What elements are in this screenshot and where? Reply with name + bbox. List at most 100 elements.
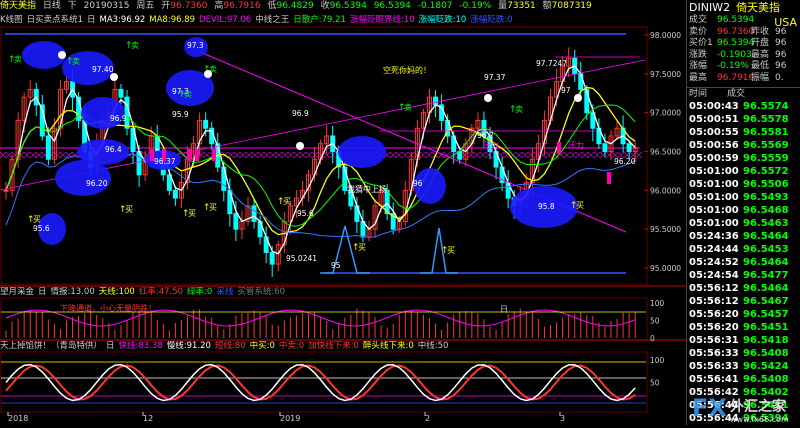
period-label[interactable]: 日线 (43, 1, 61, 11)
trade-row[interactable]: 05:24:36 96.5464 (687, 230, 800, 243)
ind2-legend-item: 天上掉馅饼！（青岛特供） (0, 341, 103, 351)
trade-row[interactable]: 05:24:52 96.5464 (687, 256, 800, 269)
ind1-legend-item: 日 (38, 287, 47, 297)
y-axis-label: 96.5000 (650, 148, 681, 157)
pattern-mark (263, 151, 271, 159)
trade-row[interactable]: 05:56:20 96.5451 (687, 321, 800, 334)
chart-canvas[interactable]: 98.0000 97.5000 97.0000 96.5000 96.0000 95.50… (0, 0, 686, 425)
ma-legend-item: 日散户:79.21 (293, 15, 346, 25)
chart-text-annotation: 空死你妈的！ (383, 65, 431, 75)
trade-row[interactable]: 05:00:55 96.5581 (687, 126, 800, 139)
pattern-mark (29, 151, 37, 159)
high-value: 96.7916 (223, 1, 261, 11)
trade-row[interactable]: 05:01:00 96.5572 (687, 165, 800, 178)
trade-row[interactable]: 05:00:56 96.5569 (687, 139, 800, 152)
trade-price: 96.5408 (743, 348, 789, 359)
trade-time: 05:24:44 (689, 244, 739, 255)
symbol-name: 倚天美指 (0, 1, 37, 11)
price-annotation: 96.9 (292, 109, 309, 118)
price-annotation: 96.9 (110, 114, 127, 123)
smiley-marker (110, 73, 118, 81)
quote-value: 96.5394 (717, 38, 755, 48)
candle-body (433, 96, 439, 106)
price-annotation: 95.0241 (286, 254, 317, 263)
trade-time: 05:00:43 (689, 101, 739, 112)
main-chart-area[interactable]: 98.0000 97.5000 97.0000 96.5000 96.0000 95.50… (0, 0, 686, 425)
ind2-legend-item: 中线:50 (417, 341, 449, 351)
trade-row[interactable]: 05:00:59 96.5559 (687, 152, 800, 165)
candle-body (626, 143, 632, 153)
chart-text-annotation: 压力 (483, 140, 499, 150)
chart-text-annotation: 压力 (568, 140, 584, 150)
trade-row[interactable]: 05:24:54 96.5477 (687, 269, 800, 282)
trade-row[interactable]: 05:56:33 96.5424 (687, 360, 800, 373)
trade-price: 96.5569 (743, 140, 789, 151)
trade-time: 05:56:12 (689, 296, 739, 307)
trade-time: 05:56:20 (689, 309, 739, 320)
y-axis-label: 97.5000 (650, 70, 681, 79)
y-axis-label: 100 (650, 356, 665, 365)
pattern-mark (305, 151, 313, 159)
pattern-mark (575, 151, 583, 159)
signal-label: 买 (125, 205, 133, 214)
signal-label: 买 (33, 215, 41, 224)
trade-row[interactable]: 05:56:31 96.5418 (687, 334, 800, 347)
pattern-mark (527, 151, 535, 159)
watermark-cn: 外汇之家 (730, 398, 787, 415)
pattern-mark (473, 151, 481, 159)
trade-row[interactable]: 05:01:00 96.5506 (687, 178, 800, 191)
pattern-mark (467, 151, 475, 159)
trade-row[interactable]: 05:01:00 96.5463 (687, 217, 800, 230)
ind1-legend-item: 天线:100 (98, 287, 135, 297)
trade-row[interactable]: 05:01:00 96.5468 (687, 204, 800, 217)
pattern-mark (395, 151, 403, 159)
trade-time: 05:56:12 (689, 283, 739, 294)
quote-value2: 0. (775, 72, 784, 83)
trade-row[interactable]: 05:24:44 96.5453 (687, 243, 800, 256)
pattern-mark (245, 151, 253, 159)
trade-row[interactable]: 05:56:33 96.5408 (687, 347, 800, 360)
trade-row[interactable]: 05:56:20 96.5457 (687, 308, 800, 321)
pattern-mark (425, 151, 433, 159)
pattern-mark (545, 151, 553, 159)
ma-legend-item: 涨幅贬眼界线:10 (349, 15, 415, 25)
quote-label2: 最高 (751, 49, 770, 60)
fx68-logo: FX 外汇之家 www.fx68.com (692, 394, 789, 424)
trade-row[interactable]: 05:56:41 96.5408 (687, 373, 800, 386)
volume-label: 量 (498, 1, 508, 11)
quote-row: 卖价 96.7360 昨收 96 (687, 27, 800, 39)
ind2-legend-item: 快线:83.38 (118, 341, 163, 351)
trade-row[interactable]: 05:01:00 96.5493 (687, 191, 800, 204)
candle-body (124, 96, 130, 129)
pattern-mark (521, 151, 529, 159)
quote-label2: 昨收 (751, 26, 770, 37)
trade-time: 05:56:41 (689, 374, 739, 385)
amount-label: 额 (542, 1, 552, 11)
volume-value: 73351 (507, 1, 536, 11)
pattern-mark (401, 151, 409, 159)
pattern-mark (239, 151, 247, 159)
y-axis-label: 50 (650, 317, 660, 326)
trade-row[interactable]: 05:56:12 96.5464 (687, 282, 800, 295)
y-axis-label: 97.0000 (650, 109, 681, 118)
signal-label: 卖 (184, 90, 192, 99)
candle-body (269, 251, 275, 265)
ind2-legend-item: 慢线:91.20 (166, 341, 211, 351)
trade-row[interactable]: 05:00:43 96.5574 (687, 100, 800, 113)
ind2-fast-line (5, 363, 636, 402)
price-annotation: 97.37 (484, 73, 506, 82)
ind2-legend-item: 中卖:0 (278, 341, 305, 351)
trade-list[interactable]: 05:00:43 96.5574 05:00:51 96.5578 05:00:55 96… (687, 100, 800, 425)
trade-price: 96.5464 (743, 283, 789, 294)
trade-row[interactable]: 05:56:12 96.5467 (687, 295, 800, 308)
signal-label: 买 (447, 246, 455, 255)
quote-symbol-name: 倚天美指 (736, 1, 781, 14)
pattern-mark (587, 151, 595, 159)
chart-text-annotation: 我猜中上扬 (347, 184, 387, 194)
highlight-oval (338, 136, 386, 168)
ind1-legend-item: 买管系统:60 (237, 287, 286, 297)
signal-label: 买 (358, 243, 366, 252)
ma-legend-item: 日 (87, 15, 96, 25)
trade-row[interactable]: 05:00:51 96.5578 (687, 113, 800, 126)
trade-price: 96.5418 (743, 335, 789, 346)
